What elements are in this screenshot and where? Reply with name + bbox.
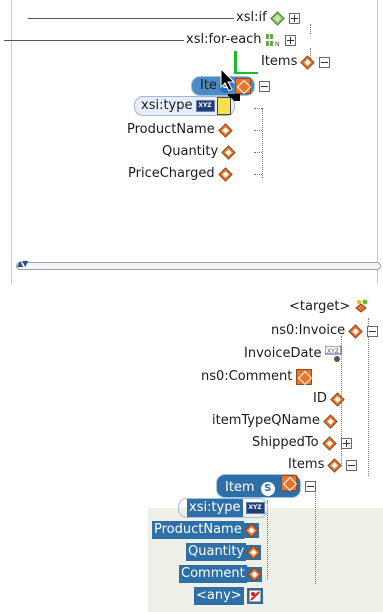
tree-node-item[interactable]: Item S	[216, 474, 316, 498]
target-root-icon	[353, 299, 369, 315]
node-label: InvoiceDate	[244, 346, 322, 361]
element-icon	[300, 54, 316, 70]
attribute-xyz-icon: XYZ	[245, 502, 265, 514]
svg-text:XYZ: XYZ	[327, 348, 339, 355]
tree-node-itemtypeqname[interactable]: itemTypeQName	[212, 412, 338, 430]
node-label: PriceCharged	[128, 166, 215, 181]
node-label: Ite	[200, 78, 217, 93]
node-label: Items	[261, 54, 298, 69]
node-label: xsi:type	[141, 98, 193, 113]
tree-connector	[254, 174, 262, 175]
node-label: <target>	[289, 299, 351, 314]
attribute-xyz-icon: XYZ	[324, 345, 342, 362]
tree-connector	[262, 108, 263, 178]
node-label: Quantity	[186, 543, 247, 561]
target-tree-pane: <target> ns0:Invoice InvoiceDate XYZ ns0…	[0, 284, 383, 612]
tree-node-target[interactable]: <target>	[289, 298, 369, 316]
node-label: ns0:Comment	[201, 369, 293, 384]
expand-toggle[interactable]	[288, 12, 300, 24]
sequence-s-icon: S	[260, 482, 275, 496]
xsl-if-icon	[269, 10, 285, 26]
collapse-toggle[interactable]	[304, 480, 316, 492]
element-icon	[321, 435, 337, 451]
node-label: Quantity	[162, 144, 219, 159]
collapse-toggle[interactable]	[258, 80, 270, 92]
tree-node-productname[interactable]: ProductName	[127, 121, 233, 139]
tree-node-id[interactable]: ID	[313, 390, 345, 408]
tree-node-invoicedate[interactable]: InvoiceDate XYZ	[244, 345, 342, 363]
element-icon	[330, 391, 345, 407]
tree-node-items[interactable]: Items	[288, 456, 358, 474]
expand-toggle[interactable]	[284, 34, 296, 46]
node-label: xsi:type	[187, 499, 243, 517]
mouse-pointer-icon	[220, 67, 238, 96]
node-label: xsl:if	[236, 10, 267, 25]
for-each-icon: N	[265, 32, 281, 48]
collapse-toggle[interactable]	[319, 56, 331, 68]
element-icon	[323, 413, 338, 429]
any-element-icon	[246, 588, 263, 604]
drag-tag-icon	[216, 97, 231, 115]
node-label: ProductName	[127, 122, 215, 137]
svg-text:N: N	[275, 41, 280, 48]
tree-node-items[interactable]: Items	[261, 53, 331, 71]
tree-connector	[310, 24, 311, 34]
pane-left-border	[11, 0, 12, 284]
node-label: ProductName	[152, 521, 244, 539]
xsi-type-pill[interactable]: xsi:type XYZ	[134, 96, 235, 116]
node-label: itemTypeQName	[212, 413, 320, 428]
element-icon	[217, 166, 233, 182]
element-icon	[246, 544, 262, 560]
complex-type-icon	[280, 475, 297, 491]
collapse-toggle[interactable]	[367, 325, 379, 337]
tree-node-ns0-comment[interactable]: ns0:Comment	[201, 368, 313, 386]
expand-toggle[interactable]	[340, 437, 352, 449]
tree-node-quantity[interactable]: Quantity	[186, 543, 262, 561]
xsi-type-pill[interactable]: xsi:type XYZ	[178, 498, 268, 518]
element-icon	[327, 457, 343, 473]
tree-node-pricecharged[interactable]: PriceCharged	[128, 165, 233, 183]
tree-connector	[368, 318, 369, 476]
node-label: Items	[288, 457, 325, 472]
mapping-line	[4, 40, 184, 41]
tree-connector	[315, 484, 316, 584]
node-label: ID	[313, 391, 327, 406]
node-label: ns0:Invoice	[271, 323, 346, 338]
collapse-toggle[interactable]	[346, 459, 358, 471]
pane-splitter[interactable]	[16, 262, 381, 270]
tree-node-any[interactable]: <any>	[194, 587, 263, 605]
tree-connector	[254, 108, 262, 109]
tree-node-ns0-invoice[interactable]: ns0:Invoice	[271, 322, 379, 340]
element-icon	[217, 122, 233, 138]
node-label: <any>	[194, 587, 244, 605]
tree-node-xsl-for-each[interactable]: xsl:for-each N	[186, 31, 296, 49]
splitter-arrows-icon[interactable]: ▲▼	[17, 259, 28, 268]
tree-node-quantity[interactable]: Quantity	[162, 143, 236, 161]
element-icon	[243, 522, 259, 538]
tree-node-xsi-type[interactable]: xsi:type XYZ	[178, 498, 268, 518]
mapping-line	[28, 18, 234, 19]
tree-node-xsl-if[interactable]: xsl:if	[236, 9, 300, 27]
tree-connector	[254, 152, 262, 153]
complex-type-icon	[296, 369, 313, 385]
tree-connector	[254, 130, 262, 131]
item-pill[interactable]: Item S	[216, 474, 301, 498]
tree-node-xsi-type[interactable]: xsi:type XYZ	[134, 96, 235, 116]
element-icon	[246, 566, 262, 582]
attribute-xyz-icon: XYZ	[195, 100, 215, 112]
tree-node-shippedto[interactable]: ShippedTo	[252, 434, 352, 452]
node-label: ShippedTo	[252, 435, 319, 450]
element-icon	[348, 323, 363, 339]
tree-node-productname[interactable]: ProductName	[152, 521, 259, 539]
node-label: Item	[225, 480, 255, 495]
element-icon	[221, 144, 236, 160]
xsl-tree-pane: xsl:if xsl:for-each N Items Ite S	[0, 0, 383, 284]
node-label: xsl:for-each	[186, 32, 262, 47]
node-label: Comment	[179, 565, 247, 583]
pane-right-border	[377, 0, 378, 284]
tree-node-comment[interactable]: Comment	[179, 565, 262, 583]
